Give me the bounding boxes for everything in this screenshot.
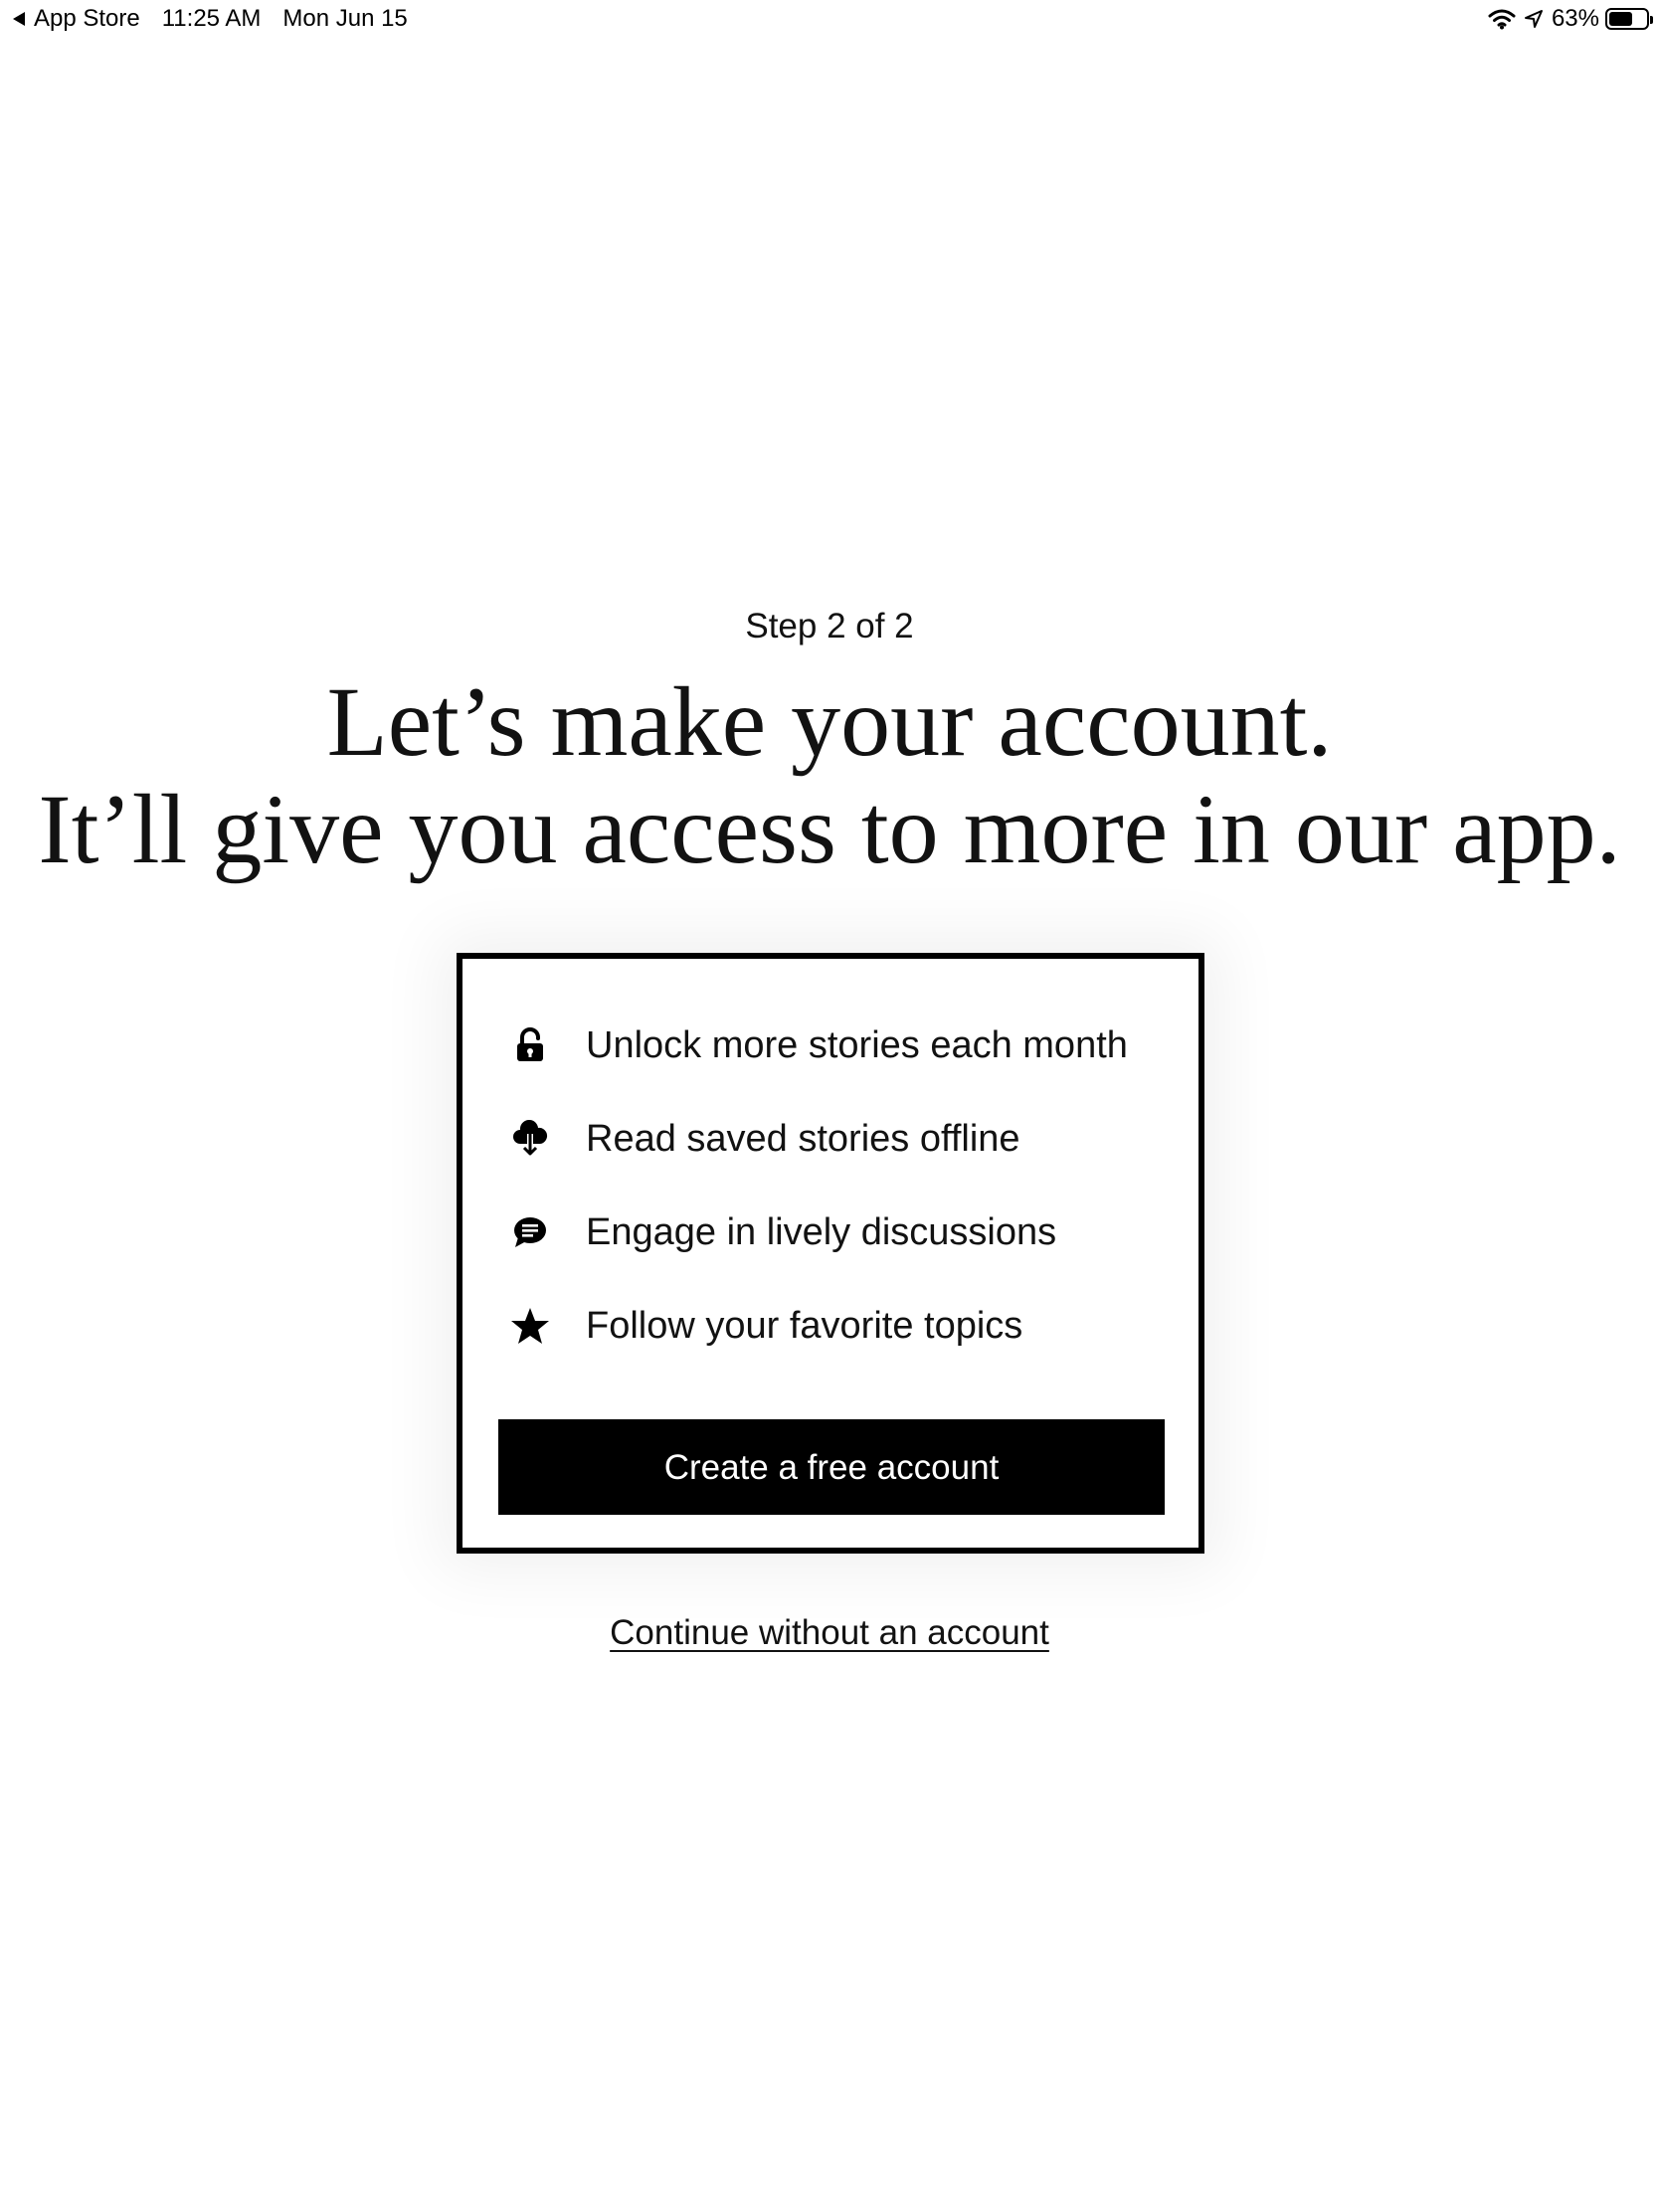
benefit-item: Follow your favorite topics [504,1279,1128,1373]
account-onboarding-screen: App Store 11:25 AM Mon Jun 15 63% Step 2… [0,0,1659,2212]
status-date: Mon Jun 15 [282,5,408,32]
benefit-label: Unlock more stories each month [586,1023,1128,1066]
benefits-list: Unlock more stories each month Read save… [504,999,1128,1373]
status-time: 11:25 AM [161,5,262,32]
benefit-label: Read saved stories offline [586,1117,1020,1160]
battery-cap [1650,16,1653,24]
status-bar: App Store 11:25 AM Mon Jun 15 63% [0,0,1659,40]
back-arrow-icon [13,12,25,26]
benefit-item: Engage in lively discussions [504,1186,1128,1279]
comment-icon [504,1206,556,1258]
cloud-download-icon [504,1113,556,1165]
battery-fill [1609,12,1632,26]
status-right: 63% [1488,5,1653,33]
benefit-item: Unlock more stories each month [504,999,1128,1092]
wifi-icon [1488,9,1516,30]
location-icon [1524,10,1543,28]
headline-line-2: It’ll give you access to more in our app… [38,774,1621,884]
star-icon [504,1300,556,1352]
back-app-label: App Store [34,5,140,32]
headline: Let’s make your account. It’ll give you … [0,668,1659,883]
status-left: App Store 11:25 AM Mon Jun 15 [12,5,408,33]
continue-without-account-link[interactable]: Continue without an account [610,1613,1049,1652]
create-free-account-button[interactable]: Create a free account [498,1419,1165,1515]
back-to-app-store-button[interactable]: App Store [12,5,140,33]
step-indicator: Step 2 of 2 [745,607,914,645]
continue-link-row: Continue without an account [0,1613,1659,1653]
battery-icon [1605,8,1653,30]
headline-line-1: Let’s make your account. [326,666,1333,777]
benefit-item: Read saved stories offline [504,1092,1128,1186]
benefits-card: Unlock more stories each month Read save… [457,953,1204,1554]
battery-percent: 63% [1551,5,1599,32]
benefit-label: Follow your favorite topics [586,1304,1023,1347]
unlock-icon [504,1019,556,1071]
benefit-label: Engage in lively discussions [586,1210,1057,1253]
